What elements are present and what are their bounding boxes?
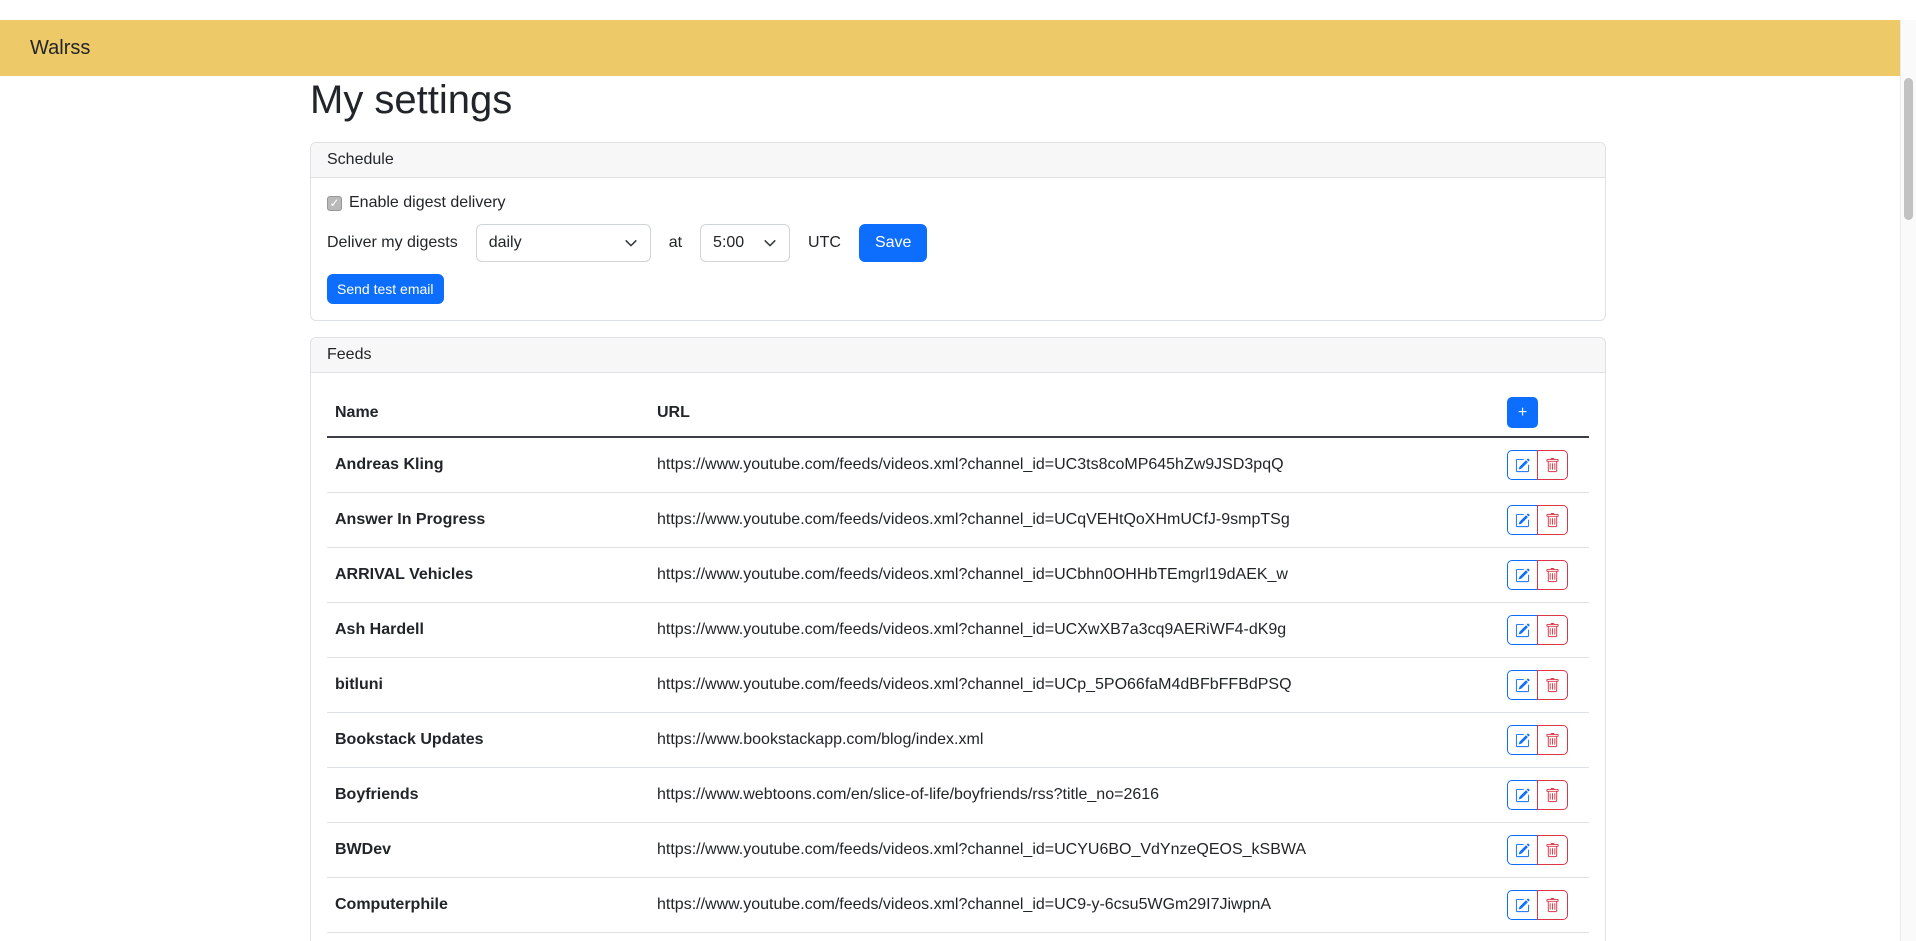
trash-icon — [1545, 788, 1560, 803]
delete-feed-button[interactable] — [1537, 780, 1568, 810]
delete-feed-button[interactable] — [1537, 450, 1568, 480]
feed-name: Bookstack Updates — [327, 713, 649, 768]
save-button[interactable]: Save — [859, 224, 927, 262]
pencil-square-icon — [1515, 513, 1530, 528]
delete-feed-button[interactable] — [1537, 670, 1568, 700]
table-row: Ash Hardell https://www.youtube.com/feed… — [327, 603, 1589, 658]
feed-name: Fireship — [327, 933, 649, 941]
feed-url: https://www.youtube.com/feeds/videos.xml… — [649, 878, 1499, 933]
trash-icon — [1545, 733, 1560, 748]
pencil-square-icon — [1515, 678, 1530, 693]
edit-feed-button[interactable] — [1507, 450, 1538, 480]
feed-name: Andreas Kling — [327, 437, 649, 493]
table-row: bitluni https://www.youtube.com/feeds/vi… — [327, 658, 1589, 713]
feed-name: Answer In Progress — [327, 493, 649, 548]
pencil-square-icon — [1515, 898, 1530, 913]
feed-name: BWDev — [327, 823, 649, 878]
delete-feed-button[interactable] — [1537, 835, 1568, 865]
frequency-select[interactable]: daily — [476, 224, 651, 262]
feed-url: https://www.bookstackapp.com/blog/index.… — [649, 713, 1499, 768]
feed-name: Computerphile — [327, 878, 649, 933]
timezone-label: UTC — [808, 234, 841, 252]
pencil-square-icon — [1515, 788, 1530, 803]
delete-feed-button[interactable] — [1537, 615, 1568, 645]
edit-feed-button[interactable] — [1507, 670, 1538, 700]
edit-feed-button[interactable] — [1507, 615, 1538, 645]
delete-feed-button[interactable] — [1537, 560, 1568, 590]
time-select[interactable]: 5:00 — [700, 224, 790, 262]
pencil-square-icon — [1515, 458, 1530, 473]
table-row: ARRIVAL Vehicles https://www.youtube.com… — [327, 548, 1589, 603]
feeds-card: Feeds Name URL + Andreas Kli — [310, 337, 1606, 941]
pencil-square-icon — [1515, 843, 1530, 858]
edit-feed-button[interactable] — [1507, 725, 1538, 755]
trash-icon — [1545, 568, 1560, 583]
feeds-card-body: Name URL + Andreas Kling https://www.you… — [311, 373, 1605, 941]
scrollbar[interactable] — [1900, 20, 1916, 941]
table-row: Computerphile https://www.youtube.com/fe… — [327, 878, 1589, 933]
pencil-square-icon — [1515, 623, 1530, 638]
feed-name: Ash Hardell — [327, 603, 649, 658]
feed-name: ARRIVAL Vehicles — [327, 548, 649, 603]
table-row: Bookstack Updates https://www.bookstacka… — [327, 713, 1589, 768]
feed-url: https://www.youtube.com/feeds/videos.xml… — [649, 548, 1499, 603]
feed-url: https://www.youtube.com/feeds/videos.xml… — [649, 437, 1499, 493]
column-header-name: Name — [327, 389, 649, 437]
add-feed-button[interactable]: + — [1507, 397, 1538, 428]
schedule-card-body: ✓ Enable digest delivery Deliver my dige… — [311, 178, 1605, 320]
feed-url: https://www.youtube.com/feeds/videos.xml… — [649, 603, 1499, 658]
main-container: My settings Schedule ✓ Enable digest del… — [310, 76, 1606, 941]
column-header-url: URL — [649, 389, 1499, 437]
feed-name: Boyfriends — [327, 768, 649, 823]
feed-url: https://www.youtube.com/feeds/videos.xml… — [649, 493, 1499, 548]
edit-feed-button[interactable] — [1507, 560, 1538, 590]
trash-icon — [1545, 843, 1560, 858]
enable-digest-label[interactable]: Enable digest delivery — [349, 194, 506, 212]
time-value: 5:00 — [713, 234, 744, 252]
at-label: at — [669, 234, 682, 252]
feeds-card-header: Feeds — [311, 338, 1605, 373]
trash-icon — [1545, 898, 1560, 913]
trash-icon — [1545, 458, 1560, 473]
send-test-email-button[interactable]: Send test email — [327, 274, 444, 304]
page-title: My settings — [310, 76, 1606, 124]
table-row: Boyfriends https://www.webtoons.com/en/s… — [327, 768, 1589, 823]
chevron-down-icon — [763, 236, 777, 250]
table-row: Fireship https://www.youtube.com/feeds/v… — [327, 933, 1589, 941]
scrollbar-thumb[interactable] — [1904, 78, 1913, 220]
feed-url: https://www.youtube.com/feeds/videos.xml… — [649, 823, 1499, 878]
deliver-label: Deliver my digests — [327, 234, 458, 252]
pencil-square-icon — [1515, 733, 1530, 748]
table-row: Answer In Progress https://www.youtube.c… — [327, 493, 1589, 548]
brand-link[interactable]: Walrss — [30, 37, 90, 60]
trash-icon — [1545, 513, 1560, 528]
delete-feed-button[interactable] — [1537, 725, 1568, 755]
table-row: Andreas Kling https://www.youtube.com/fe… — [327, 437, 1589, 493]
plus-icon: + — [1518, 405, 1527, 421]
feed-name: bitluni — [327, 658, 649, 713]
chevron-down-icon — [624, 236, 638, 250]
trash-icon — [1545, 623, 1560, 638]
top-navbar: Walrss — [0, 20, 1900, 76]
table-row: BWDev https://www.youtube.com/feeds/vide… — [327, 823, 1589, 878]
edit-feed-button[interactable] — [1507, 505, 1538, 535]
feeds-table-header-row: Name URL + — [327, 389, 1589, 437]
edit-feed-button[interactable] — [1507, 890, 1538, 920]
enable-digest-checkbox[interactable]: ✓ — [327, 196, 342, 211]
edit-feed-button[interactable] — [1507, 835, 1538, 865]
pencil-square-icon — [1515, 568, 1530, 583]
feed-url: https://www.youtube.com/feeds/videos.xml… — [649, 933, 1499, 941]
schedule-card: Schedule ✓ Enable digest delivery Delive… — [310, 142, 1606, 321]
feed-url: https://www.youtube.com/feeds/videos.xml… — [649, 658, 1499, 713]
frequency-value: daily — [489, 234, 522, 252]
feed-url: https://www.webtoons.com/en/slice-of-lif… — [649, 768, 1499, 823]
delete-feed-button[interactable] — [1537, 890, 1568, 920]
delete-feed-button[interactable] — [1537, 505, 1568, 535]
feeds-table: Name URL + Andreas Kling https://www.you… — [327, 389, 1589, 941]
trash-icon — [1545, 678, 1560, 693]
schedule-card-header: Schedule — [311, 143, 1605, 178]
feeds-table-body: Andreas Kling https://www.youtube.com/fe… — [327, 437, 1589, 941]
edit-feed-button[interactable] — [1507, 780, 1538, 810]
